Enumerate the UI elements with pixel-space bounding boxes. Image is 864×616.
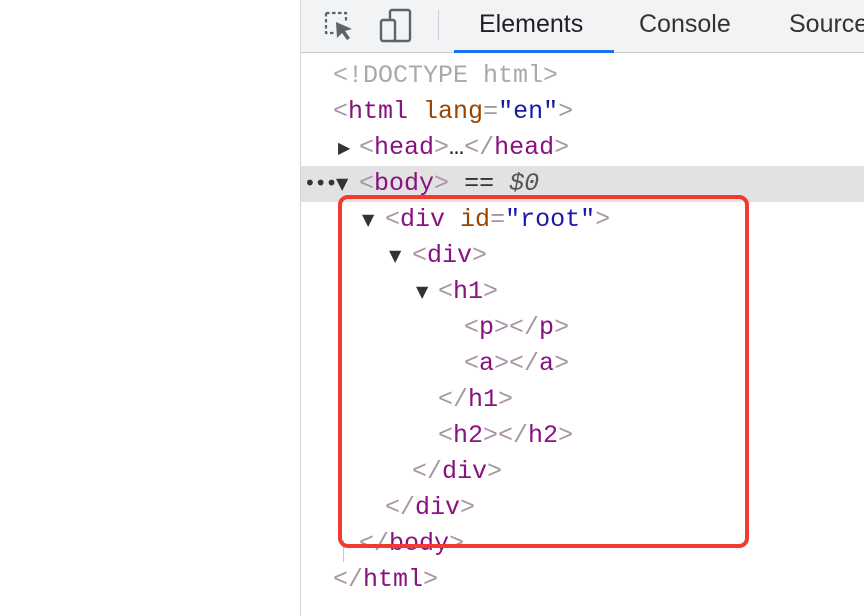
tab-sources[interactable]: Source (789, 0, 864, 52)
tree-row-h2[interactable]: <h2></h2> (301, 418, 864, 454)
body-close-node: </body> (359, 529, 465, 558)
tree-row-head[interactable]: ▶ <head>…</head> (301, 130, 864, 166)
tree-row-div-root[interactable]: ▼ <div id="root"> (301, 202, 864, 238)
body-node: <body> == $0 (359, 169, 540, 198)
tree-row-body-close[interactable]: </body> (301, 526, 864, 562)
devtools-panel: Elements Console Source <!DOCTYPE html> … (301, 0, 864, 616)
p-node: <p></p> (464, 313, 570, 342)
doctype-node: <!DOCTYPE html> (333, 61, 559, 90)
a-node: <a></a> (464, 349, 570, 378)
tree-row-html-close[interactable]: </html> (301, 562, 864, 598)
tree-row-div-root-close[interactable]: </div> (301, 490, 864, 526)
devtools-toolbar: Elements Console Source (301, 0, 864, 53)
tree-row-div[interactable]: ▼ <div> (301, 238, 864, 274)
active-tab-indicator (454, 50, 614, 53)
html-open-node: <html lang="en"> (333, 97, 574, 126)
h1-open-node: <h1> (438, 277, 499, 306)
h1-close-node: </h1> (438, 385, 514, 414)
collapse-triangle-icon[interactable]: ▼ (362, 202, 382, 238)
toolbar-divider (438, 10, 439, 40)
div-root-node: <div id="root"> (385, 205, 611, 234)
div-root-close-node: </div> (385, 493, 476, 522)
page-viewport (0, 0, 301, 616)
tree-row-p[interactable]: <p></p> (301, 310, 864, 346)
collapse-triangle-icon[interactable]: ▼ (416, 274, 436, 310)
tree-row-html[interactable]: <html lang="en"> (301, 94, 864, 130)
tree-row-doctype[interactable]: <!DOCTYPE html> (301, 58, 864, 94)
device-toolbar-icon[interactable] (378, 8, 414, 44)
inspect-element-icon[interactable] (321, 8, 357, 44)
collapse-triangle-icon[interactable]: ▼ (389, 238, 409, 274)
tab-console[interactable]: Console (639, 0, 731, 52)
div-node: <div> (412, 241, 488, 270)
tree-guide-line (343, 540, 344, 562)
expand-triangle-icon[interactable]: ▶ (338, 130, 358, 166)
div-close-node: </div> (412, 457, 503, 486)
tree-row-h1-close[interactable]: </h1> (301, 382, 864, 418)
html-close-node: </html> (333, 565, 439, 594)
tree-row-a[interactable]: <a></a> (301, 346, 864, 382)
tree-row-div-close[interactable]: </div> (301, 454, 864, 490)
tree-row-h1[interactable]: ▼ <h1> (301, 274, 864, 310)
h2-node: <h2></h2> (438, 421, 574, 450)
more-options-icon[interactable]: ••• (304, 166, 337, 202)
head-node: <head>…</head> (359, 133, 570, 162)
tab-elements[interactable]: Elements (479, 0, 583, 52)
tree-row-body[interactable]: ••• ▼ <body> == $0 (301, 166, 864, 202)
collapse-triangle-icon[interactable]: ▼ (336, 166, 356, 202)
